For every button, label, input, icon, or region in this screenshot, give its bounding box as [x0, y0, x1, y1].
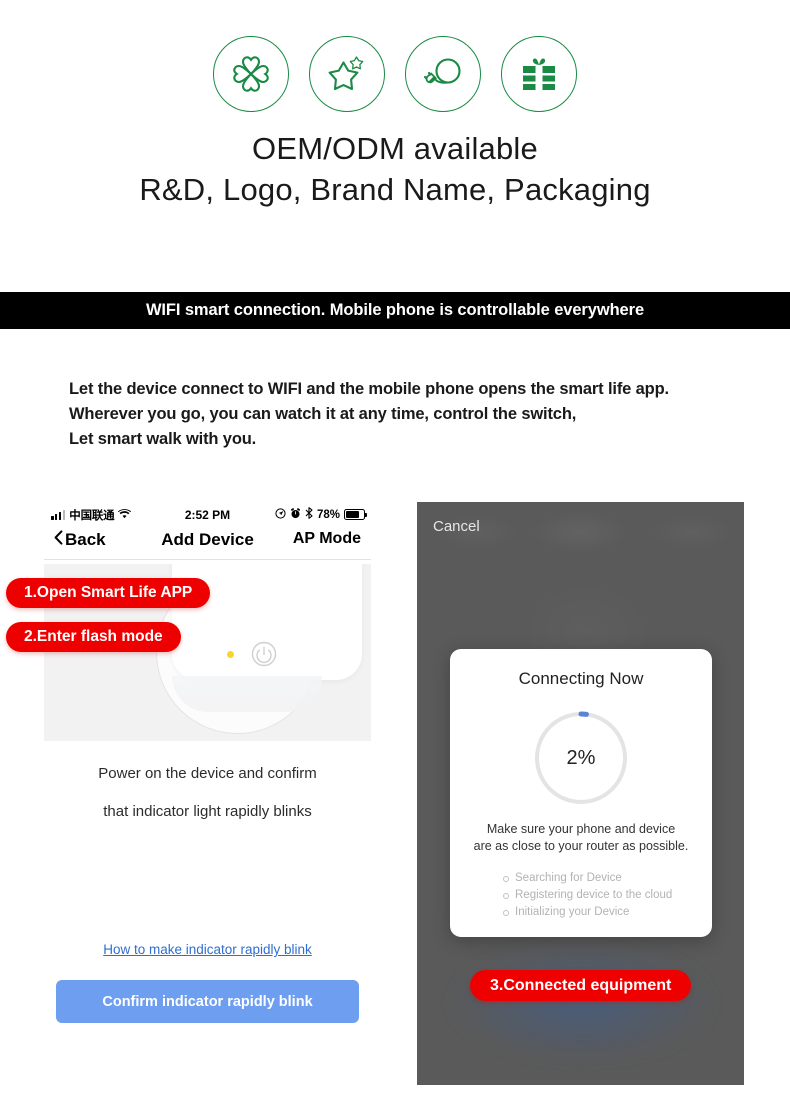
section-banner: WIFI smart connection. Mobile phone is c…: [0, 292, 790, 329]
plug-cable-icon: [420, 51, 466, 97]
gift-icon-badge: [501, 36, 577, 112]
feature-icon-row: [0, 36, 790, 112]
connecting-note-line-2: are as close to your router as possible.: [473, 839, 689, 853]
list-item: Initializing your Device: [503, 904, 703, 921]
step-label: Registering device to the cloud: [515, 889, 673, 901]
ap-mode-button[interactable]: AP Mode: [293, 530, 361, 548]
connecting-modal-title: Connecting Now: [518, 669, 644, 688]
alarm-icon: [290, 507, 301, 522]
callout-step-2: 2.Enter flash mode: [6, 622, 181, 652]
intro-line-3: Let smart walk with you.: [69, 430, 257, 448]
oem-subtitle: R&D, Logo, Brand Name, Packaging: [139, 172, 651, 207]
gift-icon: [517, 52, 561, 96]
clover-icon-badge: [213, 36, 289, 112]
power-button-icon: [249, 639, 279, 669]
circle-bullet-icon: [503, 875, 509, 882]
progress-percent-label: 2%: [566, 746, 596, 769]
how-to-blink-link[interactable]: How to make indicator rapidly blink: [44, 942, 371, 957]
battery-icon: [344, 509, 367, 520]
connecting-modal: Connecting Now 2% Make sure your phone a…: [450, 649, 712, 937]
list-item: Registering device to the cloud: [503, 887, 703, 904]
star-icon: [324, 51, 370, 97]
step-label: Searching for Device: [515, 872, 622, 884]
connecting-note-line-1: Make sure your phone and device: [486, 822, 676, 836]
intro-line-1: Let the device connect to WIFI and the m…: [69, 380, 669, 398]
device-shadow: [172, 676, 322, 712]
callout-step-1: 1.Open Smart Life APP: [6, 578, 211, 608]
oem-title: OEM/ODM available: [252, 131, 538, 166]
clover-icon: [229, 52, 273, 96]
connecting-steps-list: Searching for Device Registering device …: [503, 870, 703, 921]
circle-bullet-icon: [503, 909, 509, 916]
confirm-blink-button[interactable]: Confirm indicator rapidly blink: [56, 980, 359, 1023]
bluetooth-icon: [305, 507, 313, 522]
intro-paragraph: Let the device connect to WIFI and the m…: [69, 377, 749, 452]
status-bar: 中国联通 2:52 PM 78%: [44, 505, 371, 525]
plug-cable-icon-badge: [405, 36, 481, 112]
section-banner-text: WIFI smart connection. Mobile phone is c…: [145, 301, 645, 319]
circle-bullet-icon: [503, 892, 509, 899]
nav-divider: [44, 559, 371, 560]
callout-step-3: 3.Connected equipment: [470, 970, 692, 1001]
device-hint-line-1: Power on the device and confirm: [98, 765, 317, 782]
step-label: Initializing your Device: [515, 906, 630, 918]
progress-ring: 2%: [531, 708, 631, 808]
list-item: Searching for Device: [503, 870, 703, 887]
oem-section: OEM/ODM available R&D, Logo, Brand Name,…: [0, 0, 790, 292]
nav-bar: Back Add Device AP Mode: [44, 527, 371, 560]
location-icon: [275, 507, 286, 522]
connecting-modal-note: Make sure your phone and device are as c…: [450, 821, 712, 855]
badge-glow: [447, 942, 717, 1062]
star-icon-badge: [309, 36, 385, 112]
indicator-led-icon: [227, 651, 234, 658]
status-bar-right: 78%: [275, 507, 367, 522]
intro-line-2: Wherever you go, you can watch it at any…: [69, 405, 577, 423]
device-hint-line-2: that indicator light rapidly blinks: [103, 803, 312, 820]
cancel-button[interactable]: Cancel: [433, 518, 480, 535]
battery-percent-label: 78%: [316, 508, 340, 521]
